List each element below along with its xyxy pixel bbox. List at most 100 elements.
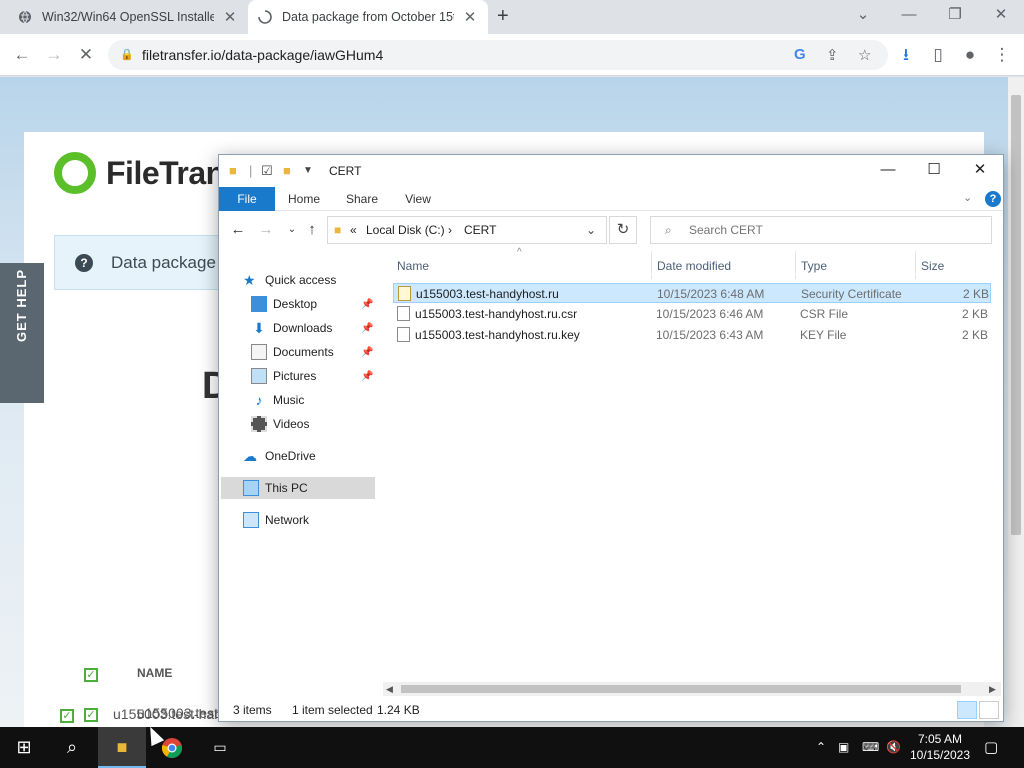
scrollbar-thumb[interactable] bbox=[401, 685, 961, 693]
minimize-button[interactable]: — bbox=[865, 155, 911, 185]
filetransfer-logo[interactable]: FileTran bbox=[54, 152, 225, 194]
address-dropdown-chevron-icon[interactable]: ⌄ bbox=[586, 223, 596, 237]
maximize-button[interactable]: ☐ bbox=[911, 155, 957, 185]
scrollbar-thumb[interactable] bbox=[1011, 95, 1021, 535]
desktop-icon bbox=[251, 296, 267, 312]
nav-network[interactable]: Network bbox=[243, 509, 309, 531]
tray-chevron-up-icon[interactable]: ⌃ bbox=[816, 727, 826, 768]
page-scrollbar[interactable] bbox=[1008, 77, 1024, 727]
file-size: 2 KB bbox=[962, 328, 989, 342]
pin-icon[interactable]: 📌 bbox=[361, 323, 373, 334]
nav-documents[interactable]: Documents 📌 bbox=[251, 341, 377, 363]
details-view-icon[interactable] bbox=[957, 701, 977, 719]
close-icon[interactable]: ✕ bbox=[462, 8, 478, 26]
tray-app-icon[interactable]: ▣ bbox=[838, 727, 849, 768]
scroll-right-icon[interactable]: ▶ bbox=[989, 682, 996, 696]
file-row[interactable]: u155003.test-handyhost.ru.key 10/15/2023… bbox=[393, 325, 991, 345]
pin-icon[interactable]: 📌 bbox=[361, 371, 373, 382]
expand-ribbon-chevron-icon[interactable]: ⌄ bbox=[963, 191, 972, 204]
file-row[interactable]: u155003.test-handyhost.ru.csr 10/15/2023… bbox=[393, 304, 991, 324]
windows-start-icon[interactable]: ⊞ bbox=[0, 727, 48, 768]
column-separator[interactable] bbox=[795, 251, 796, 279]
notifications-icon[interactable]: ▢ bbox=[984, 727, 998, 768]
stop-loading-button[interactable]: ✕ bbox=[74, 43, 98, 67]
column-header-type[interactable]: Type bbox=[801, 259, 827, 273]
get-help-button[interactable]: GET HELP bbox=[0, 263, 44, 403]
file-size: 2 KB bbox=[962, 307, 989, 321]
tab-search-chevron-icon[interactable]: ⌄ bbox=[840, 0, 886, 30]
menu-kebab-icon[interactable]: ⋮ bbox=[990, 43, 1014, 67]
file-explorer-icon[interactable]: ■ bbox=[98, 727, 146, 768]
network-icon[interactable]: ⌨ bbox=[862, 727, 879, 768]
nav-music[interactable]: ♪ Music bbox=[251, 389, 305, 411]
close-icon[interactable]: ✕ bbox=[222, 8, 238, 26]
volume-muted-icon[interactable]: 🔇 bbox=[886, 727, 901, 768]
side-panel-icon[interactable]: ▯ bbox=[926, 43, 950, 67]
large-icons-view-icon[interactable] bbox=[979, 701, 999, 719]
column-separator[interactable] bbox=[651, 251, 652, 279]
close-window-button[interactable]: ✕ bbox=[957, 155, 1003, 185]
recent-locations-chevron-icon[interactable]: ⌄ bbox=[283, 221, 301, 239]
minimize-button[interactable]: — bbox=[886, 0, 932, 30]
properties-icon[interactable]: ☑ bbox=[261, 163, 273, 179]
help-icon[interactable]: ? bbox=[985, 191, 1001, 207]
customize-toolbar-chevron-icon[interactable]: ▼ bbox=[303, 165, 313, 176]
google-icon[interactable]: G bbox=[794, 46, 806, 63]
new-folder-icon[interactable]: ■ bbox=[283, 163, 291, 178]
pin-icon[interactable]: 📌 bbox=[361, 299, 373, 310]
restore-button[interactable]: ❐ bbox=[932, 0, 978, 30]
search-box[interactable]: ⌕ bbox=[650, 216, 992, 244]
tab-file[interactable]: File bbox=[219, 187, 275, 211]
nav-desktop[interactable]: Desktop 📌 bbox=[251, 293, 377, 315]
breadcrumb-folder[interactable]: CERT bbox=[464, 223, 496, 237]
scroll-left-icon[interactable]: ◀ bbox=[386, 682, 393, 696]
nav-pictures[interactable]: Pictures 📌 bbox=[251, 365, 377, 387]
checkbox-icon[interactable]: ✓ bbox=[84, 708, 98, 722]
breadcrumb-drive[interactable]: Local Disk (C:) bbox=[366, 223, 445, 237]
column-header-size[interactable]: Size bbox=[921, 259, 944, 273]
up-button[interactable]: ↑ bbox=[303, 221, 321, 239]
close-window-button[interactable]: ✕ bbox=[978, 0, 1024, 30]
search-input[interactable] bbox=[689, 222, 979, 238]
share-icon[interactable]: ⇪ bbox=[826, 46, 839, 64]
address-bar[interactable]: 🔒 filetransfer.io/data-package/iawGHum4 … bbox=[108, 40, 888, 70]
breadcrumb-overflow[interactable]: « bbox=[350, 223, 357, 237]
folder-icon: ■ bbox=[229, 163, 237, 178]
horizontal-scrollbar[interactable]: ◀ ▶ bbox=[383, 682, 1001, 696]
nav-onedrive[interactable]: ☁ OneDrive bbox=[243, 445, 316, 467]
checkbox-icon[interactable]: ✓ bbox=[84, 668, 98, 682]
breadcrumb-chevron-icon[interactable]: › bbox=[448, 223, 452, 237]
refresh-button[interactable]: ↻ bbox=[609, 216, 637, 244]
column-header-date[interactable]: Date modified bbox=[657, 259, 731, 273]
nav-this-pc[interactable]: This PC bbox=[221, 477, 375, 499]
download-icon[interactable]: ⭳ bbox=[894, 43, 918, 67]
new-tab-button[interactable]: + bbox=[497, 5, 509, 28]
back-button[interactable]: ← bbox=[229, 221, 247, 239]
nav-quick-access[interactable]: ★ Quick access bbox=[243, 269, 336, 291]
tab-openssl[interactable]: Win32/Win64 OpenSSL Installer f ✕ bbox=[8, 0, 248, 34]
forward-button[interactable]: → bbox=[257, 221, 275, 239]
tab-view[interactable]: View bbox=[395, 187, 441, 211]
globe-icon bbox=[19, 10, 31, 24]
tab-data-package[interactable]: Data package from October 15th ✕ bbox=[248, 0, 488, 34]
column-header-name[interactable]: Name bbox=[397, 259, 429, 273]
profile-avatar-icon[interactable]: ● bbox=[958, 43, 982, 67]
checkbox-icon[interactable]: ✓ bbox=[60, 709, 74, 723]
nav-label: Desktop bbox=[273, 297, 318, 311]
forward-button[interactable]: → bbox=[42, 43, 66, 67]
file-date: 10/15/2023 6:48 AM bbox=[657, 287, 765, 301]
bookmark-star-icon[interactable]: ☆ bbox=[858, 46, 871, 64]
file-row[interactable]: u155003.test-handyhost.ru 10/15/2023 6:4… bbox=[393, 283, 991, 303]
star-icon: ★ bbox=[243, 272, 256, 288]
tab-share[interactable]: Share bbox=[339, 187, 385, 211]
search-icon[interactable]: ⌕ bbox=[48, 727, 96, 768]
column-separator[interactable] bbox=[915, 251, 916, 279]
pin-icon[interactable]: 📌 bbox=[361, 347, 373, 358]
system-clock[interactable]: 7:05 AM 10/15/2023 bbox=[908, 731, 972, 763]
address-bar[interactable]: ■ « Local Disk (C:) › CERT ⌄ bbox=[327, 216, 607, 244]
terminal-icon[interactable]: ▭ bbox=[196, 727, 244, 768]
nav-downloads[interactable]: ⬇ Downloads 📌 bbox=[251, 317, 377, 339]
tab-home[interactable]: Home bbox=[281, 187, 327, 211]
nav-videos[interactable]: Videos bbox=[251, 413, 309, 435]
back-button[interactable]: ← bbox=[10, 43, 34, 67]
